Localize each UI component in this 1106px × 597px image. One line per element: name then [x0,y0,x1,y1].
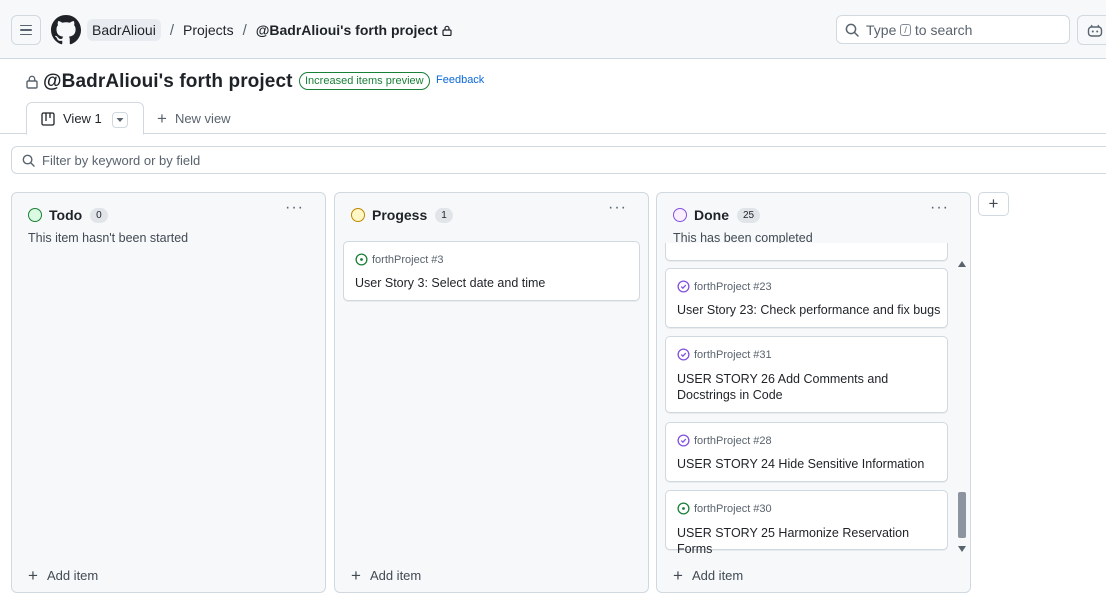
scrollbar-thumb [958,492,966,538]
card-title[interactable]: USER STORY 25 Harmonize Reservation Form… [677,525,947,557]
column-todo: Todo 0 ··· This item hasn't been started… [11,192,326,593]
issue-open-icon [677,502,690,515]
search-prefix: Type [866,21,897,38]
tab-view-1[interactable]: View 1 [26,102,144,135]
tab-view-label: View 1 [63,111,102,126]
card[interactable]: forthProject #28 USER STORY 24 Hide Sens… [665,422,948,482]
column-menu-icon[interactable]: ··· [608,200,628,219]
issue-closed-icon [677,434,690,447]
issue-closed-icon [677,348,690,361]
project-title: @BadrAlioui's forth project [26,70,293,94]
search-icon [22,154,35,167]
card-meta: forthProject #28 [677,434,772,447]
card[interactable]: forthProject #23 User Story 23: Check pe… [665,268,948,328]
breadcrumb: BadrAlioui / Projects / @BadrAlioui's fo… [87,19,452,41]
column-name: Done [694,207,729,223]
add-item-label: Add item [369,568,422,583]
add-column-button[interactable]: + [978,192,1009,216]
column-count: 25 [737,207,761,223]
search-icon [845,23,859,37]
copilot-button[interactable] [1077,15,1106,45]
breadcrumb-projects[interactable]: Projects [183,22,234,38]
column-count: 1 [435,207,453,223]
new-view-button[interactable]: + New view [157,108,231,128]
board-icon [41,111,55,126]
column-header: Done 25 [673,207,761,223]
view-tabs: View 1 + New view [0,100,1106,135]
card[interactable]: forthProject #31 USER STORY 26 Add Comme… [665,336,948,413]
status-in-progress-icon [351,208,365,222]
breadcrumb-current-label: @BadrAlioui's forth project [255,22,438,38]
column-name: Progess [372,207,428,223]
card-reference: forthProject #28 [694,434,772,447]
add-item-label: Add item [46,568,99,583]
status-todo-icon [28,208,42,222]
filter-placeholder: Filter by keyword or by field [42,152,201,168]
plus-icon: + [351,565,361,585]
column-done: Done 25 ··· This has been completed fort… [656,192,971,593]
lock-icon [442,25,452,36]
card-meta: forthProject #31 [677,348,772,361]
card-title[interactable]: User Story 23: Check performance and fix… [677,302,947,318]
filter-input[interactable]: Filter by keyword or by field [11,146,1106,174]
card-title[interactable]: User Story 3: Select date and time [355,275,625,291]
card-meta: forthProject #30 [677,502,772,515]
add-item-button[interactable]: + Add item [28,565,99,585]
feedback-link[interactable]: Feedback [436,74,484,86]
breadcrumb-current[interactable]: @BadrAlioui's forth project [256,22,452,38]
chevron-down-icon [116,118,124,122]
copilot-icon [1087,24,1103,37]
card-meta: forthProject #23 [677,280,772,293]
plus-icon: + [673,565,683,585]
column-description: This item hasn't been started [28,231,189,245]
card[interactable]: forthProject #3 User Story 3: Select dat… [343,241,640,301]
status-done-icon [673,208,687,222]
add-item-button[interactable]: + Add item [673,565,744,585]
issue-open-icon [355,253,368,266]
search-suffix: to search [914,21,973,38]
search-shortcut-key: / [900,23,911,36]
column-menu-icon[interactable]: ··· [930,200,950,219]
plus-icon: + [28,565,38,585]
top-bar: BadrAlioui / Projects / @BadrAlioui's fo… [0,0,1106,59]
column-header: Progess 1 [351,207,453,223]
card[interactable]: forthProject #30 USER STORY 25 Harmonize… [665,490,948,556]
column-count: 0 [90,207,108,223]
preview-badge[interactable]: Increased items preview [299,72,430,90]
card-title[interactable]: USER STORY 26 Add Comments and Docstring… [677,371,897,403]
breadcrumb-separator: / [169,21,174,39]
column-progess: Progess 1 ··· forthProject #3 User Story… [334,192,649,593]
card-reference: forthProject #30 [694,502,772,515]
scroll-up-arrow-icon [958,261,966,267]
column-menu-icon[interactable]: ··· [285,200,305,219]
plus-icon: + [157,108,167,128]
card-meta: forthProject #3 [355,253,444,266]
breadcrumb-owner[interactable]: BadrAlioui [87,19,161,41]
column-name: Todo [49,207,83,223]
new-view-label: New view [174,111,231,126]
card-reference: forthProject #3 [372,253,444,266]
add-item-label: Add item [691,568,744,583]
card-reference: forthProject #31 [694,348,772,361]
card-reference: forthProject #23 [694,280,772,293]
add-item-button[interactable]: + Add item [351,565,422,585]
card[interactable] [665,243,948,261]
lock-icon [26,75,38,89]
search-input[interactable]: Type / to search [836,15,1070,44]
breadcrumb-separator: / [242,21,247,39]
column-scrollbar[interactable] [957,258,967,555]
scroll-down-arrow-icon [958,546,966,552]
card-title[interactable]: USER STORY 24 Hide Sensitive Information [677,456,947,472]
menu-button[interactable] [11,15,41,45]
issue-closed-icon [677,280,690,293]
project-title-text: @BadrAlioui's forth project [43,71,293,92]
view-options-button[interactable] [112,112,128,128]
github-logo-icon[interactable] [51,15,81,45]
column-header: Todo 0 [28,207,108,223]
